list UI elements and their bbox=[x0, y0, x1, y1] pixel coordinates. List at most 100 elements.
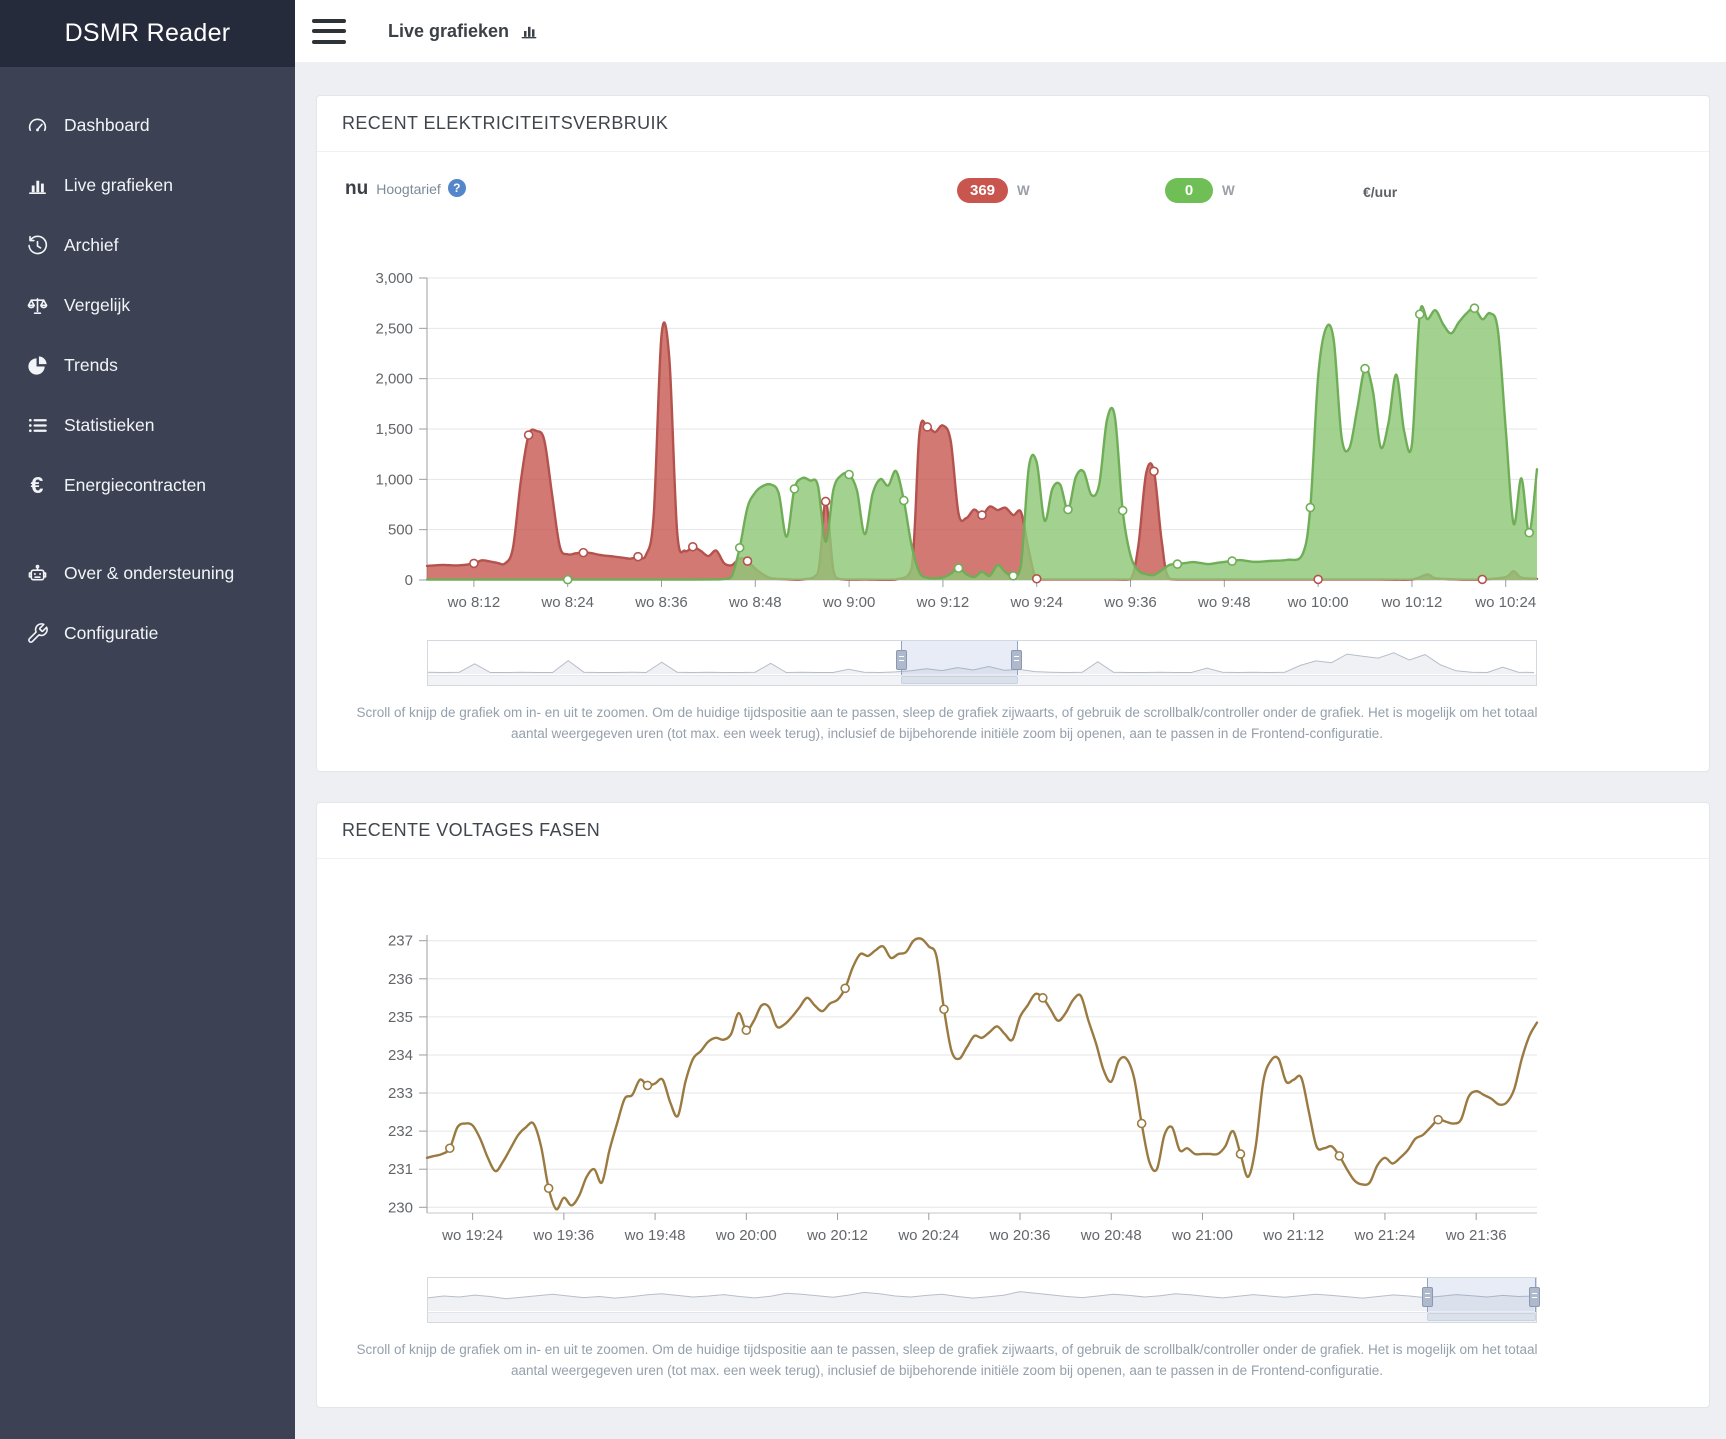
list-icon bbox=[22, 414, 52, 437]
svg-text:wo 8:24: wo 8:24 bbox=[540, 594, 594, 611]
svg-text:237: 237 bbox=[388, 932, 413, 949]
svg-text:0: 0 bbox=[405, 572, 413, 589]
navigator-handle-left[interactable] bbox=[896, 650, 907, 670]
bar-chart-icon bbox=[22, 174, 52, 197]
content: RECENT ELEKTRICITEITSVERBRUIK nu Hoogtari… bbox=[295, 62, 1726, 1422]
euro-icon: € bbox=[22, 474, 52, 497]
returned-value-badge: 0 bbox=[1165, 178, 1213, 203]
svg-text:wo 20:12: wo 20:12 bbox=[806, 1227, 868, 1244]
svg-text:wo 9:24: wo 9:24 bbox=[1009, 594, 1063, 611]
current-usage-row: nu Hoogtarief? 369 W 0 W €/uur bbox=[345, 178, 1709, 218]
stat-returned: 0 W bbox=[1165, 178, 1235, 203]
svg-text:wo 19:36: wo 19:36 bbox=[532, 1227, 594, 1244]
navigator-handle-right[interactable] bbox=[1529, 1287, 1540, 1307]
sidebar-item-trends[interactable]: Trends bbox=[0, 335, 295, 395]
svg-text:235: 235 bbox=[388, 1009, 413, 1026]
electricity-chart-caption: Scroll of knijp de grafiek om in- en uit… bbox=[350, 702, 1545, 745]
svg-text:1,500: 1,500 bbox=[375, 421, 413, 438]
svg-text:wo 10:24: wo 10:24 bbox=[1474, 594, 1536, 611]
svg-text:wo 19:24: wo 19:24 bbox=[441, 1227, 503, 1244]
svg-text:wo 10:12: wo 10:12 bbox=[1380, 594, 1442, 611]
sidebar-item-dashboard[interactable]: Dashboard bbox=[0, 95, 295, 155]
sidebar-item-configuratie[interactable]: Configuratie bbox=[0, 603, 295, 663]
navigator-selection[interactable] bbox=[1427, 1278, 1535, 1313]
delivered-value-badge: 369 bbox=[957, 178, 1008, 203]
delivered-unit: W bbox=[1017, 183, 1030, 198]
svg-text:wo 9:48: wo 9:48 bbox=[1197, 594, 1251, 611]
svg-text:wo 10:00: wo 10:00 bbox=[1287, 594, 1349, 611]
svg-text:wo 9:00: wo 9:00 bbox=[822, 594, 876, 611]
voltage-chart[interactable]: 230231232233234235236237wo 19:24wo 19:36… bbox=[341, 923, 1553, 1255]
voltage-chart-zone: 230231232233234235236237wo 19:24wo 19:36… bbox=[341, 923, 1553, 1382]
navigator-scrollbar-thumb[interactable] bbox=[901, 676, 1018, 684]
svg-text:wo 20:00: wo 20:00 bbox=[715, 1227, 777, 1244]
cost-unit: €/uur bbox=[1363, 184, 1397, 200]
sidebar-item-label: Trends bbox=[64, 355, 118, 376]
history-icon bbox=[22, 234, 52, 257]
svg-text:236: 236 bbox=[388, 970, 413, 987]
sidebar-item-label: Configuratie bbox=[64, 623, 158, 644]
gauge-icon bbox=[22, 114, 52, 137]
page-title: Live grafieken bbox=[388, 21, 539, 42]
sidebar-item-label: Vergelijk bbox=[64, 295, 130, 316]
voltage-panel-title: RECENTE VOLTAGES FASEN bbox=[317, 803, 1709, 859]
svg-text:2,000: 2,000 bbox=[375, 371, 413, 388]
svg-text:500: 500 bbox=[388, 522, 413, 539]
scale-icon bbox=[22, 294, 52, 317]
stat-delivered: 369 W bbox=[957, 178, 1030, 203]
svg-text:2,500: 2,500 bbox=[375, 320, 413, 337]
sidebar-item-energiecontracten[interactable]: € Energiecontracten bbox=[0, 455, 295, 515]
sidebar-item-label: Over & ondersteuning bbox=[64, 563, 234, 584]
bar-chart-icon bbox=[519, 21, 539, 41]
navigator-scrollbar-track[interactable] bbox=[428, 1312, 1536, 1322]
sidebar-item-vergelijk[interactable]: Vergelijk bbox=[0, 275, 295, 335]
voltage-panel: RECENTE VOLTAGES FASEN 23023123223323423… bbox=[316, 802, 1710, 1409]
sidebar-item-label: Dashboard bbox=[64, 115, 150, 136]
svg-text:wo 20:24: wo 20:24 bbox=[897, 1227, 959, 1244]
svg-text:wo 19:48: wo 19:48 bbox=[624, 1227, 686, 1244]
navigator-scrollbar-thumb[interactable] bbox=[1427, 1313, 1535, 1321]
navigator-handle-left[interactable] bbox=[1422, 1287, 1433, 1307]
sidebar-item-over-ondersteuning[interactable]: Over & ondersteuning bbox=[0, 543, 295, 603]
navigator-selection[interactable] bbox=[901, 641, 1018, 676]
topbar: Live grafieken bbox=[295, 0, 1726, 62]
sidebar-item-label: Energiecontracten bbox=[64, 475, 206, 496]
voltage-chart-navigator[interactable] bbox=[427, 1277, 1537, 1323]
app-title: DSMR Reader bbox=[0, 0, 295, 67]
svg-text:1,000: 1,000 bbox=[375, 471, 413, 488]
returned-unit: W bbox=[1222, 183, 1235, 198]
help-icon[interactable]: ? bbox=[448, 179, 466, 197]
electricity-panel-title: RECENT ELEKTRICITEITSVERBRUIK bbox=[317, 96, 1709, 152]
pie-chart-icon bbox=[22, 354, 52, 377]
sidebar-nav: Dashboard Live grafieken Archief Vergeli… bbox=[0, 67, 295, 663]
menu-toggle-button[interactable] bbox=[312, 19, 346, 44]
sidebar-item-archief[interactable]: Archief bbox=[0, 215, 295, 275]
now-label: nu bbox=[345, 178, 368, 199]
tariff-label: Hoogtarief bbox=[376, 181, 441, 197]
svg-text:232: 232 bbox=[388, 1123, 413, 1140]
robot-icon bbox=[22, 562, 52, 585]
svg-text:wo 20:48: wo 20:48 bbox=[1080, 1227, 1142, 1244]
svg-text:wo 21:12: wo 21:12 bbox=[1262, 1227, 1324, 1244]
voltage-chart-caption: Scroll of knijp de grafiek om in- en uit… bbox=[350, 1339, 1545, 1382]
navigator-handle-right[interactable] bbox=[1011, 650, 1022, 670]
svg-text:wo 21:36: wo 21:36 bbox=[1445, 1227, 1507, 1244]
electricity-chart-navigator[interactable] bbox=[427, 640, 1537, 686]
electricity-chart[interactable]: 05001,0001,5002,0002,5003,000wo 8:12wo 8… bbox=[341, 266, 1553, 618]
main-area: Live grafieken RECENT ELEKTRICITEITSVERB… bbox=[295, 0, 1726, 1422]
sidebar: DSMR Reader Dashboard Live grafieken Arc… bbox=[0, 0, 295, 1439]
svg-text:wo 20:36: wo 20:36 bbox=[989, 1227, 1051, 1244]
sidebar-item-live-grafieken[interactable]: Live grafieken bbox=[0, 155, 295, 215]
svg-text:234: 234 bbox=[388, 1047, 413, 1064]
svg-text:233: 233 bbox=[388, 1085, 413, 1102]
svg-text:231: 231 bbox=[388, 1161, 413, 1178]
svg-text:wo 9:36: wo 9:36 bbox=[1103, 594, 1157, 611]
sidebar-item-label: Archief bbox=[64, 235, 118, 256]
sidebar-item-label: Live grafieken bbox=[64, 175, 173, 196]
electricity-chart-zone: 05001,0001,5002,0002,5003,000wo 8:12wo 8… bbox=[341, 266, 1553, 745]
stat-cost: €/uur bbox=[1363, 184, 1397, 200]
svg-text:wo 8:12: wo 8:12 bbox=[447, 594, 501, 611]
svg-text:wo 9:12: wo 9:12 bbox=[916, 594, 970, 611]
svg-text:wo 21:24: wo 21:24 bbox=[1353, 1227, 1415, 1244]
sidebar-item-statistieken[interactable]: Statistieken bbox=[0, 395, 295, 455]
